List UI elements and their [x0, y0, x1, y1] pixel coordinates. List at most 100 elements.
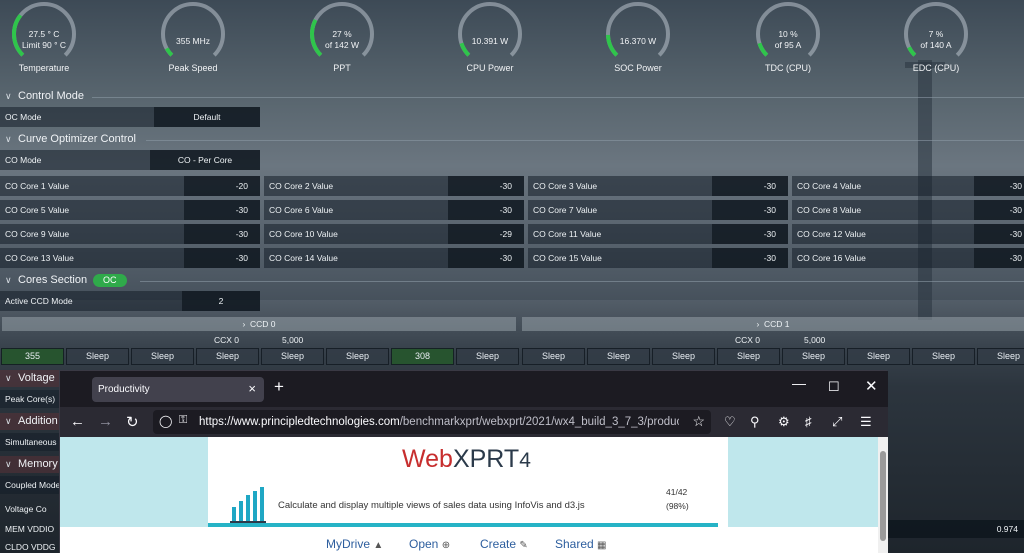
star-icon[interactable]: ☆ [692, 413, 705, 430]
co-mode-select[interactable]: CO - Per Core [150, 150, 260, 170]
co-core-15-row[interactable]: CO Core 15 Value -30 [528, 248, 788, 268]
co-core-value-input[interactable]: -30 [184, 200, 260, 220]
lock-icon[interactable]: ⚿ [179, 414, 187, 427]
cldo-vddg-row[interactable]: CLDO VDDG [0, 540, 60, 553]
co-mode-label: CO Mode [5, 155, 42, 165]
ccd0-title: CCD 0 [250, 319, 276, 329]
co-core-value-input[interactable]: -30 [712, 200, 788, 220]
gauge-subvalue: Limit 90 ° C [21, 40, 67, 50]
co-core-8-row[interactable]: CO Core 8 Value -30 [792, 200, 1024, 220]
coupled-mode-row[interactable]: Coupled Mode [0, 476, 60, 494]
progress-bar [208, 523, 718, 527]
maximize-icon[interactable]: ☐ [828, 379, 840, 395]
control-mode-header[interactable]: ∨ Control Mode [0, 88, 1024, 105]
co-core-value-input[interactable]: -30 [974, 248, 1024, 268]
chevron-down-icon: ∨ [5, 275, 12, 285]
co-core-2-row[interactable]: CO Core 2 Value -30 [264, 176, 524, 196]
gauge-temperature: 27.5 ° C Limit 90 ° C Temperature [6, 0, 82, 82]
co-core-value-input[interactable]: -30 [712, 224, 788, 244]
co-core-11-row[interactable]: CO Core 11 Value -30 [528, 224, 788, 244]
co-core-3-row[interactable]: CO Core 3 Value -30 [528, 176, 788, 196]
url-bar[interactable]: ◯ ⚿ https://www.principledtechnologies.c… [153, 410, 711, 434]
oc-mode-row[interactable]: OC Mode Default [0, 107, 260, 127]
co-core-value: -30 [1009, 229, 1022, 239]
simultaneous-row[interactable]: Simultaneous [0, 433, 60, 451]
extensions-icon[interactable]: ♯ [805, 414, 812, 429]
shield-icon[interactable]: ◯ [159, 414, 172, 428]
menu-shared[interactable]: Shared ▦ [555, 537, 607, 551]
voltage-header[interactable]: ∨ Voltage [0, 370, 60, 387]
co-core-1-row[interactable]: CO Core 1 Value -20 [0, 176, 260, 196]
co-mode-row[interactable]: CO Mode CO - Per Core [0, 150, 260, 170]
gauge-peak-speed: 355 MHz Peak Speed [155, 0, 231, 82]
gauge-edc: 7 % of 140 A EDC (CPU) [898, 0, 974, 82]
co-core-6-row[interactable]: CO Core 6 Value -30 [264, 200, 524, 220]
co-core-value-input[interactable]: -30 [448, 176, 524, 196]
ccd0-header[interactable]: › CCD 0 [2, 317, 516, 331]
peak-cores-row[interactable]: Peak Core(s) [0, 390, 60, 408]
co-core-value: -30 [235, 253, 248, 263]
gear-icon[interactable]: ⚙ [778, 414, 790, 430]
co-core-16-row[interactable]: CO Core 16 Value -30 [792, 248, 1024, 268]
menu-open[interactable]: Open ⊕ [409, 537, 450, 551]
co-core-14-row[interactable]: CO Core 14 Value -30 [264, 248, 524, 268]
pocket-icon[interactable]: ♡ [724, 414, 736, 430]
shared-icon: ▦ [597, 540, 607, 551]
co-core-value-input[interactable]: -30 [448, 248, 524, 268]
gauge-label: Peak Speed [168, 63, 218, 73]
active-ccd-row[interactable]: Active CCD Mode 2 [0, 291, 260, 311]
co-core-value-input[interactable]: -30 [974, 176, 1024, 196]
gauge-value: 355 MHz [175, 36, 210, 46]
oc-mode-select[interactable]: Default [154, 107, 260, 127]
co-core-value-input[interactable]: -30 [184, 224, 260, 244]
menu-icon[interactable]: ☰ [860, 414, 872, 430]
co-core-label: CO Core 6 Value [269, 205, 334, 215]
co-core-5-row[interactable]: CO Core 5 Value -30 [0, 200, 260, 220]
close-window-icon[interactable]: ✕ [865, 377, 878, 395]
co-core-7-row[interactable]: CO Core 7 Value -30 [528, 200, 788, 220]
close-icon[interactable]: × [248, 381, 256, 396]
menu-create[interactable]: Create ✎ [480, 537, 528, 551]
new-tab-plus-icon[interactable]: + [274, 377, 284, 397]
menu-mydrive[interactable]: MyDrive ▲ [326, 537, 383, 551]
active-ccd-value-box[interactable]: 2 [182, 291, 260, 311]
co-core-value: -30 [1009, 181, 1022, 191]
ccd1-header[interactable]: › CCD 1 [522, 317, 1024, 331]
search-icon[interactable]: ⚲ [750, 414, 760, 430]
scrollbar[interactable] [878, 437, 888, 553]
gauge-arc [458, 2, 522, 57]
tab-productivity[interactable]: Productivity × [92, 377, 264, 402]
mem-vddio-value-box[interactable]: 0.974 [887, 520, 1024, 538]
forward-arrow-icon[interactable]: → [98, 413, 113, 430]
co-core-value-input[interactable]: -30 [974, 200, 1024, 220]
gauge-label: SOC Power [614, 63, 662, 73]
co-core-value-input[interactable]: -30 [974, 224, 1024, 244]
chevron-right-icon: › [756, 319, 765, 329]
co-core-4-row[interactable]: CO Core 4 Value -30 [792, 176, 1024, 196]
co-core-10-row[interactable]: CO Core 10 Value -29 [264, 224, 524, 244]
scrollbar-thumb[interactable] [880, 451, 886, 541]
ccd0-core-6-cell: 308 [391, 348, 454, 365]
cores-section-header[interactable]: ∨ Cores Section OC [0, 272, 1024, 289]
co-core-value-input[interactable]: -29 [448, 224, 524, 244]
reload-icon[interactable]: ↻ [126, 413, 139, 431]
co-core-value-input[interactable]: -30 [712, 176, 788, 196]
co-core-12-row[interactable]: CO Core 12 Value -30 [792, 224, 1024, 244]
curve-optimizer-header[interactable]: ∨ Curve Optimizer Control [0, 131, 1024, 148]
voltage-control-header[interactable]: Voltage Co [0, 500, 60, 518]
co-core-13-row[interactable]: CO Core 13 Value -30 [0, 248, 260, 268]
expand-icon[interactable]: ⤢ [832, 414, 842, 430]
minimize-icon[interactable]: — [792, 375, 806, 391]
co-core-value-input[interactable]: -30 [184, 248, 260, 268]
chevron-down-icon: ∨ [5, 91, 12, 101]
memory-header[interactable]: ∨ Memory [0, 456, 60, 473]
gauge-label: CPU Power [466, 63, 514, 73]
co-core-9-row[interactable]: CO Core 9 Value -30 [0, 224, 260, 244]
co-core-value-input[interactable]: -30 [712, 248, 788, 268]
co-core-value-input[interactable]: -30 [448, 200, 524, 220]
back-arrow-icon[interactable]: ← [70, 413, 85, 430]
url-text[interactable]: https://www.principledtechnologies.com/b… [199, 416, 679, 428]
ccd1-core-1-cell: Sleep [587, 348, 650, 365]
co-core-value-input[interactable]: -20 [184, 176, 260, 196]
additional-header[interactable]: ∨ Addition [0, 413, 60, 430]
